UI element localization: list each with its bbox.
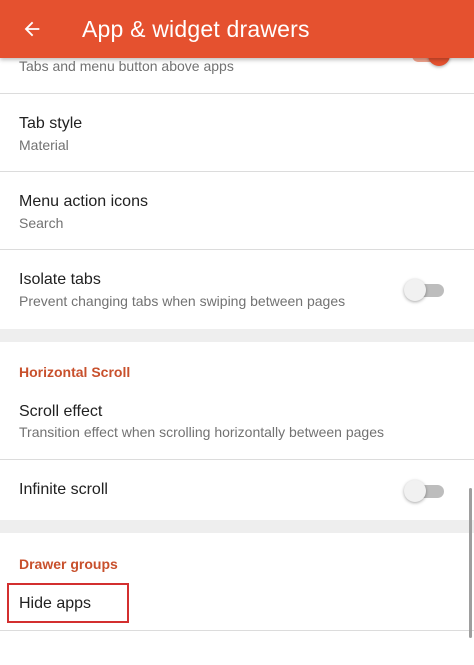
isolate-tabs-summary: Prevent changing tabs when swiping betwe… <box>19 293 346 309</box>
menu-action-icons-row[interactable]: Menu action icons Search <box>0 172 474 250</box>
drawer-groups-header: Drawer groups <box>19 556 118 572</box>
scrollbar[interactable] <box>469 488 472 638</box>
menu-action-icons-title: Menu action icons <box>19 193 148 210</box>
isolate-tabs-row[interactable]: Isolate tabs Prevent changing tabs when … <box>0 250 474 329</box>
infinite-scroll-toggle[interactable] <box>404 479 446 502</box>
toggle-thumb <box>404 279 426 301</box>
tab-style-title: Tab style <box>19 115 83 132</box>
page-title: App & widget drawers <box>82 15 310 42</box>
tab-style-row[interactable]: Tab style Material <box>0 94 474 172</box>
arrow-back-icon <box>24 21 40 37</box>
scroll-effect-row[interactable]: Scroll effect Transition effect when scr… <box>0 390 474 460</box>
tab-style-summary: Material <box>19 137 69 153</box>
scroll-effect-summary: Transition effect when scrolling horizon… <box>19 424 384 440</box>
settings-list: Tabs and menu button above apps Tab styl… <box>0 0 474 665</box>
scroll-effect-title: Scroll effect <box>19 403 103 420</box>
tabs-menu-button-summary: Tabs and menu button above apps <box>19 58 234 74</box>
isolate-tabs-toggle[interactable] <box>404 278 446 301</box>
infinite-scroll-row[interactable]: Infinite scroll <box>0 460 474 520</box>
app-bar: App & widget drawers <box>0 0 474 58</box>
toggle-thumb <box>404 480 426 502</box>
horizontal-scroll-header: Horizontal Scroll <box>19 364 131 380</box>
section-divider <box>0 520 474 533</box>
hide-apps-highlight <box>7 583 129 623</box>
menu-action-icons-summary: Search <box>19 215 64 231</box>
back-button[interactable] <box>0 0 64 58</box>
infinite-scroll-title: Infinite scroll <box>19 481 108 498</box>
section-divider <box>0 329 474 342</box>
isolate-tabs-title: Isolate tabs <box>19 271 101 288</box>
